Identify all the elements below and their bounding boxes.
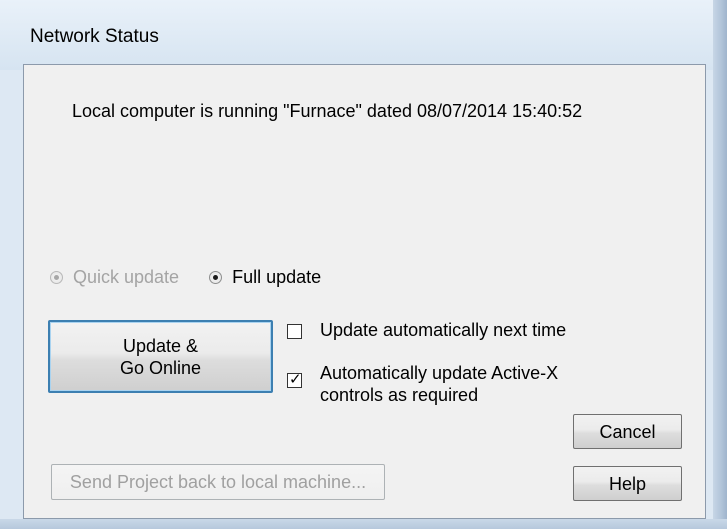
help-button[interactable]: Help [573, 466, 682, 501]
window-title: Network Status [30, 26, 159, 47]
radio-dot-icon [213, 275, 219, 280]
network-status-window: Network Status Local computer is running… [0, 0, 727, 529]
cancel-button[interactable]: Cancel [573, 414, 682, 449]
quick-update-label: Quick update [73, 267, 180, 287]
update-go-online-button[interactable]: Update & Go Online [48, 320, 273, 393]
check-icon: ✓ [289, 371, 302, 388]
auto-update-next-time-checkbox[interactable] [287, 324, 302, 339]
radio-dot-icon [54, 275, 59, 280]
status-message: Local computer is running "Furnace" date… [72, 101, 583, 121]
window-frame-bottom [0, 519, 727, 529]
update-go-online-label-line1: Update & [122, 335, 199, 356]
full-update-radio[interactable] [209, 271, 223, 284]
update-go-online-label-line2: Go Online [119, 357, 202, 378]
quick-update-radio[interactable] [50, 271, 63, 284]
auto-update-activex-label: Automatically update Active-X controls a… [320, 362, 558, 406]
auto-update-activex-label-line2: controls as required [320, 385, 479, 405]
auto-update-activex-checkbox[interactable]: ✓ [287, 371, 302, 388]
full-update-label: Full update [232, 267, 322, 287]
window-frame-edge [713, 0, 727, 529]
auto-update-next-time-label: Update automatically next time [320, 320, 567, 340]
dialog-client-area: Local computer is running "Furnace" date… [23, 64, 706, 519]
update-mode-group: Quick update Full update [50, 267, 321, 288]
send-project-button[interactable]: Send Project back to local machine... [51, 464, 385, 500]
auto-update-activex-label-line1: Automatically update Active-X [320, 363, 559, 383]
